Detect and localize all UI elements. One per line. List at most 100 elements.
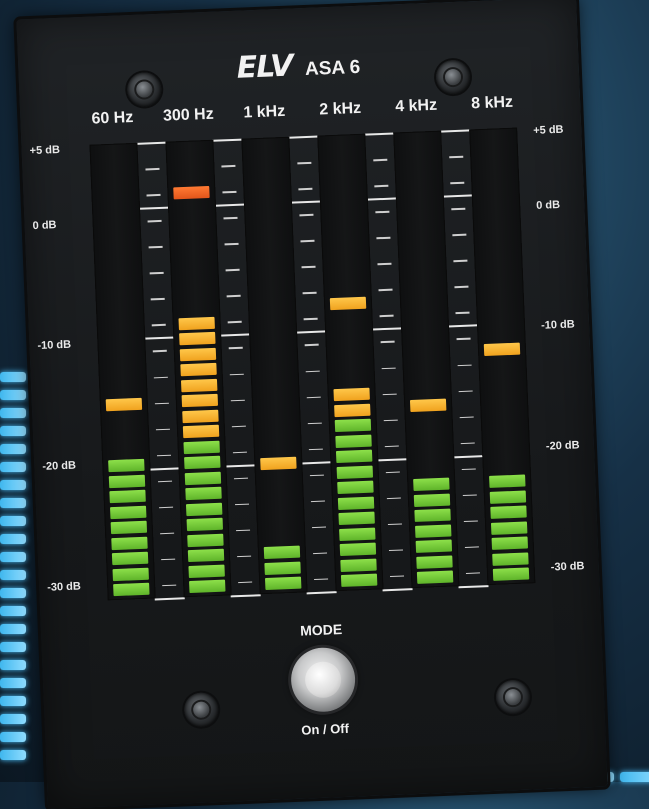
scale-tick	[310, 500, 325, 503]
green-segment	[264, 561, 301, 575]
db-label-left: -10 dB	[37, 338, 72, 352]
scale-tick	[160, 532, 175, 535]
scale-tick	[377, 457, 408, 462]
led-glow-segment	[620, 772, 649, 782]
scale-tick	[220, 333, 251, 338]
green-segment	[489, 489, 527, 504]
scale-tick	[223, 216, 238, 220]
green-segment	[189, 579, 226, 594]
scale-tick	[379, 315, 394, 318]
green-segment	[109, 489, 146, 504]
scale-tick	[384, 445, 399, 448]
scale-tick	[465, 572, 480, 575]
amber-segment	[333, 387, 370, 402]
band-label-8khz: 8 kHz	[470, 93, 514, 113]
led-glow-segment	[0, 750, 26, 760]
green-segment	[183, 440, 220, 454]
screw-icon	[183, 692, 219, 728]
led-glow-segment	[0, 588, 26, 598]
brand-title: ELV ASA 6	[18, 37, 579, 94]
scale-tick	[233, 477, 248, 480]
led-glow-segment	[0, 372, 26, 382]
scale-tick	[158, 480, 173, 483]
led-glow-segment	[0, 498, 26, 508]
db-label-right: 0 dB	[536, 198, 561, 212]
green-segment	[263, 545, 301, 560]
amber-segment	[179, 331, 216, 346]
scale-tick	[225, 269, 240, 272]
scale-tick	[455, 311, 470, 315]
led-glow-segment	[0, 426, 26, 436]
green-segment	[264, 576, 302, 591]
green-segment	[185, 502, 223, 516]
green-segment	[491, 536, 529, 550]
green-segment	[489, 474, 526, 488]
green-segment	[110, 520, 148, 535]
led-glow-segment	[0, 714, 26, 724]
led-glow-segment	[0, 408, 26, 418]
scale-tick	[298, 187, 313, 190]
green-segment	[340, 558, 377, 572]
db-label-right: -30 dB	[550, 560, 585, 574]
green-segment	[414, 524, 452, 538]
amber-segment	[181, 393, 219, 408]
db-label-right: +5 dB	[533, 123, 564, 137]
scale-tick	[453, 259, 468, 262]
green-segment	[188, 564, 225, 578]
amber-segment	[182, 409, 219, 423]
green-segment	[108, 458, 145, 473]
db-label-left: +5 dB	[29, 143, 61, 158]
peak-hold-marker	[173, 186, 210, 200]
mode-label: MODE	[299, 620, 343, 639]
scale-tick	[364, 132, 395, 136]
scale-tick	[156, 454, 172, 457]
scale-tick	[146, 194, 161, 197]
scale-tick	[450, 181, 465, 184]
scale-tick	[136, 141, 167, 145]
band-label-1khz: 1 kHz	[243, 102, 286, 122]
scale-tick	[305, 370, 320, 373]
scale-tick	[306, 396, 321, 399]
screw-icon	[495, 679, 531, 715]
scale-tick	[299, 213, 314, 217]
green-segment	[492, 567, 530, 581]
led-glow-segment	[0, 516, 26, 526]
green-segment	[335, 449, 373, 464]
scale-tick	[314, 578, 329, 581]
green-segment	[111, 536, 148, 550]
amber-segment	[180, 362, 217, 377]
scale-tick	[226, 295, 241, 298]
scale-tick	[149, 272, 164, 275]
scale-tick	[230, 594, 261, 598]
scale-tick	[454, 285, 469, 289]
scale-tick	[162, 584, 177, 587]
led-glow-segment	[0, 534, 26, 544]
scale-tick	[161, 558, 176, 561]
scale-tick	[227, 321, 242, 324]
led-glow-segment	[0, 678, 26, 688]
green-segment	[187, 533, 224, 547]
scale-tick	[139, 206, 170, 210]
amber-segment	[179, 347, 217, 361]
scale-tick	[153, 376, 168, 379]
scale-tick	[372, 327, 403, 331]
band-label-300hz: 300 Hz	[162, 105, 215, 125]
amber-segment	[180, 378, 218, 392]
led-glow-segment	[0, 390, 26, 400]
amber-segment	[182, 424, 220, 439]
scale-tick	[453, 454, 484, 459]
band-label-4khz: 4 kHz	[394, 96, 438, 116]
db-label-left: 0 dB	[32, 219, 57, 233]
green-segment	[112, 567, 149, 581]
mode-power-button[interactable]	[289, 646, 357, 714]
scale-tick	[297, 161, 312, 164]
green-segment	[111, 551, 149, 566]
scale-tick	[144, 336, 175, 341]
green-segment	[416, 570, 454, 584]
scale-tick	[449, 155, 464, 158]
led-glow-segment	[0, 480, 26, 490]
scale-tick	[374, 184, 389, 187]
led-glow-segment	[0, 696, 26, 706]
green-segment	[414, 508, 451, 522]
peak-hold-marker	[260, 456, 297, 470]
